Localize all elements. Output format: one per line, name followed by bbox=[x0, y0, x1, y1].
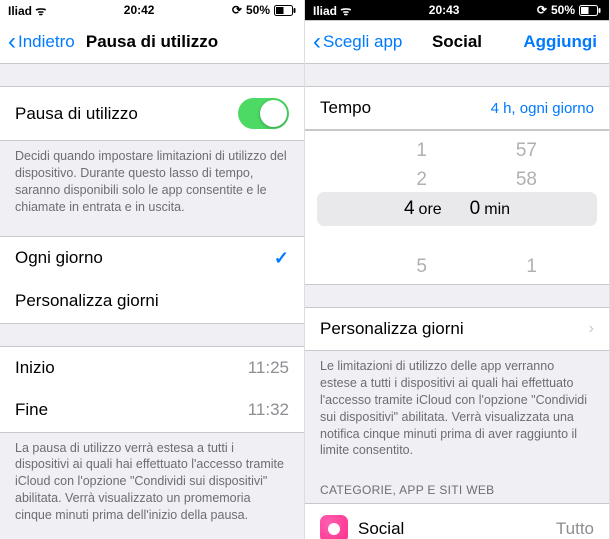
time-row[interactable]: Tempo 4 h, ogni giorno bbox=[305, 86, 609, 130]
every-day-label: Ogni giorno bbox=[15, 248, 103, 268]
right-screen: Iliad ᯤ 20:43 ⟳ 50% ‹ Scegli app Social … bbox=[305, 0, 610, 539]
status-carrier: Iliad ᯤ bbox=[8, 2, 46, 19]
category-detail: Tutto bbox=[556, 519, 594, 539]
wifi-icon: ᯤ bbox=[35, 4, 46, 18]
every-day-row[interactable]: Ogni giorno ✓ bbox=[0, 236, 304, 281]
content: Pausa di utilizzo Decidi quando impostar… bbox=[0, 64, 304, 539]
wifi-icon: ᯤ bbox=[340, 4, 351, 18]
custom-days-label: Personalizza giorni bbox=[320, 319, 464, 339]
category-row[interactable]: Social Tutto bbox=[305, 503, 609, 539]
nav-bar: ‹ Indietro Pausa di utilizzo bbox=[0, 20, 304, 64]
battery-pct: 50% bbox=[551, 3, 575, 17]
checkmark-icon: ✓ bbox=[274, 248, 289, 269]
status-time: 20:43 bbox=[429, 3, 460, 17]
battery-icon bbox=[579, 5, 601, 16]
back-button[interactable]: ‹ Scegli app bbox=[305, 30, 402, 54]
content: Tempo 4 h, ogni giorno 1 2 3 x 5 6 57 58… bbox=[305, 64, 609, 539]
end-time-row[interactable]: Fine 11:32 bbox=[0, 389, 304, 433]
left-screen: Iliad ᯤ 20:42 ⟳ 50% ‹ Indietro Pausa di … bbox=[0, 0, 305, 539]
status-bar: Iliad ᯤ 20:43 ⟳ 50% bbox=[305, 0, 609, 20]
downtime-toggle-row[interactable]: Pausa di utilizzo bbox=[0, 86, 304, 141]
start-value: 11:25 bbox=[248, 358, 289, 378]
limits-footer: Le limitazioni di utilizzo delle app ver… bbox=[305, 351, 609, 469]
downtime-toggle[interactable] bbox=[238, 98, 289, 129]
chevron-left-icon: ‹ bbox=[313, 30, 321, 54]
category-name: Social bbox=[358, 519, 404, 539]
time-label: Tempo bbox=[320, 98, 371, 118]
carrier-label: Iliad bbox=[313, 4, 337, 18]
custom-days-row[interactable]: Personalizza giorni › bbox=[305, 307, 609, 351]
time-picker[interactable]: 1 2 3 x 5 6 57 58 59 x 1 2 4ore 0 bbox=[305, 130, 609, 285]
back-label: Scegli app bbox=[323, 32, 402, 52]
add-button[interactable]: Aggiungi bbox=[523, 32, 597, 52]
toggle-label: Pausa di utilizzo bbox=[15, 104, 138, 124]
custom-days-label: Personalizza giorni bbox=[15, 291, 159, 311]
back-button[interactable]: ‹ Indietro bbox=[0, 30, 75, 54]
carrier-label: Iliad bbox=[8, 4, 32, 18]
status-time: 20:42 bbox=[124, 3, 155, 17]
back-label: Indietro bbox=[18, 32, 75, 52]
toggle-footer: Decidi quando impostare limitazioni di u… bbox=[0, 141, 304, 226]
nav-bar: ‹ Scegli app Social Aggiungi bbox=[305, 20, 609, 64]
custom-days-row[interactable]: Personalizza giorni bbox=[0, 280, 304, 324]
end-label: Fine bbox=[15, 400, 48, 420]
time-value: 4 h, ogni giorno bbox=[491, 100, 594, 117]
picker-selection: 4ore 0min bbox=[317, 192, 597, 226]
battery-icon bbox=[274, 5, 296, 16]
times-footer: La pausa di utilizzo verrà estesa a tutt… bbox=[0, 433, 304, 534]
start-time-row[interactable]: Inizio 11:25 bbox=[0, 346, 304, 390]
status-carrier: Iliad ᯤ bbox=[313, 2, 351, 19]
end-value: 11:32 bbox=[248, 400, 289, 420]
battery-pct: 50% bbox=[246, 3, 270, 17]
chevron-right-icon: › bbox=[589, 320, 594, 338]
chevron-left-icon: ‹ bbox=[8, 30, 16, 54]
start-label: Inizio bbox=[15, 358, 55, 378]
categories-header: CATEGORIE, APP E SITI WEB bbox=[305, 469, 609, 503]
rotation-lock-icon: ⟳ bbox=[537, 3, 547, 17]
social-icon bbox=[320, 515, 348, 539]
rotation-lock-icon: ⟳ bbox=[232, 3, 242, 17]
status-bar: Iliad ᯤ 20:42 ⟳ 50% bbox=[0, 0, 304, 20]
